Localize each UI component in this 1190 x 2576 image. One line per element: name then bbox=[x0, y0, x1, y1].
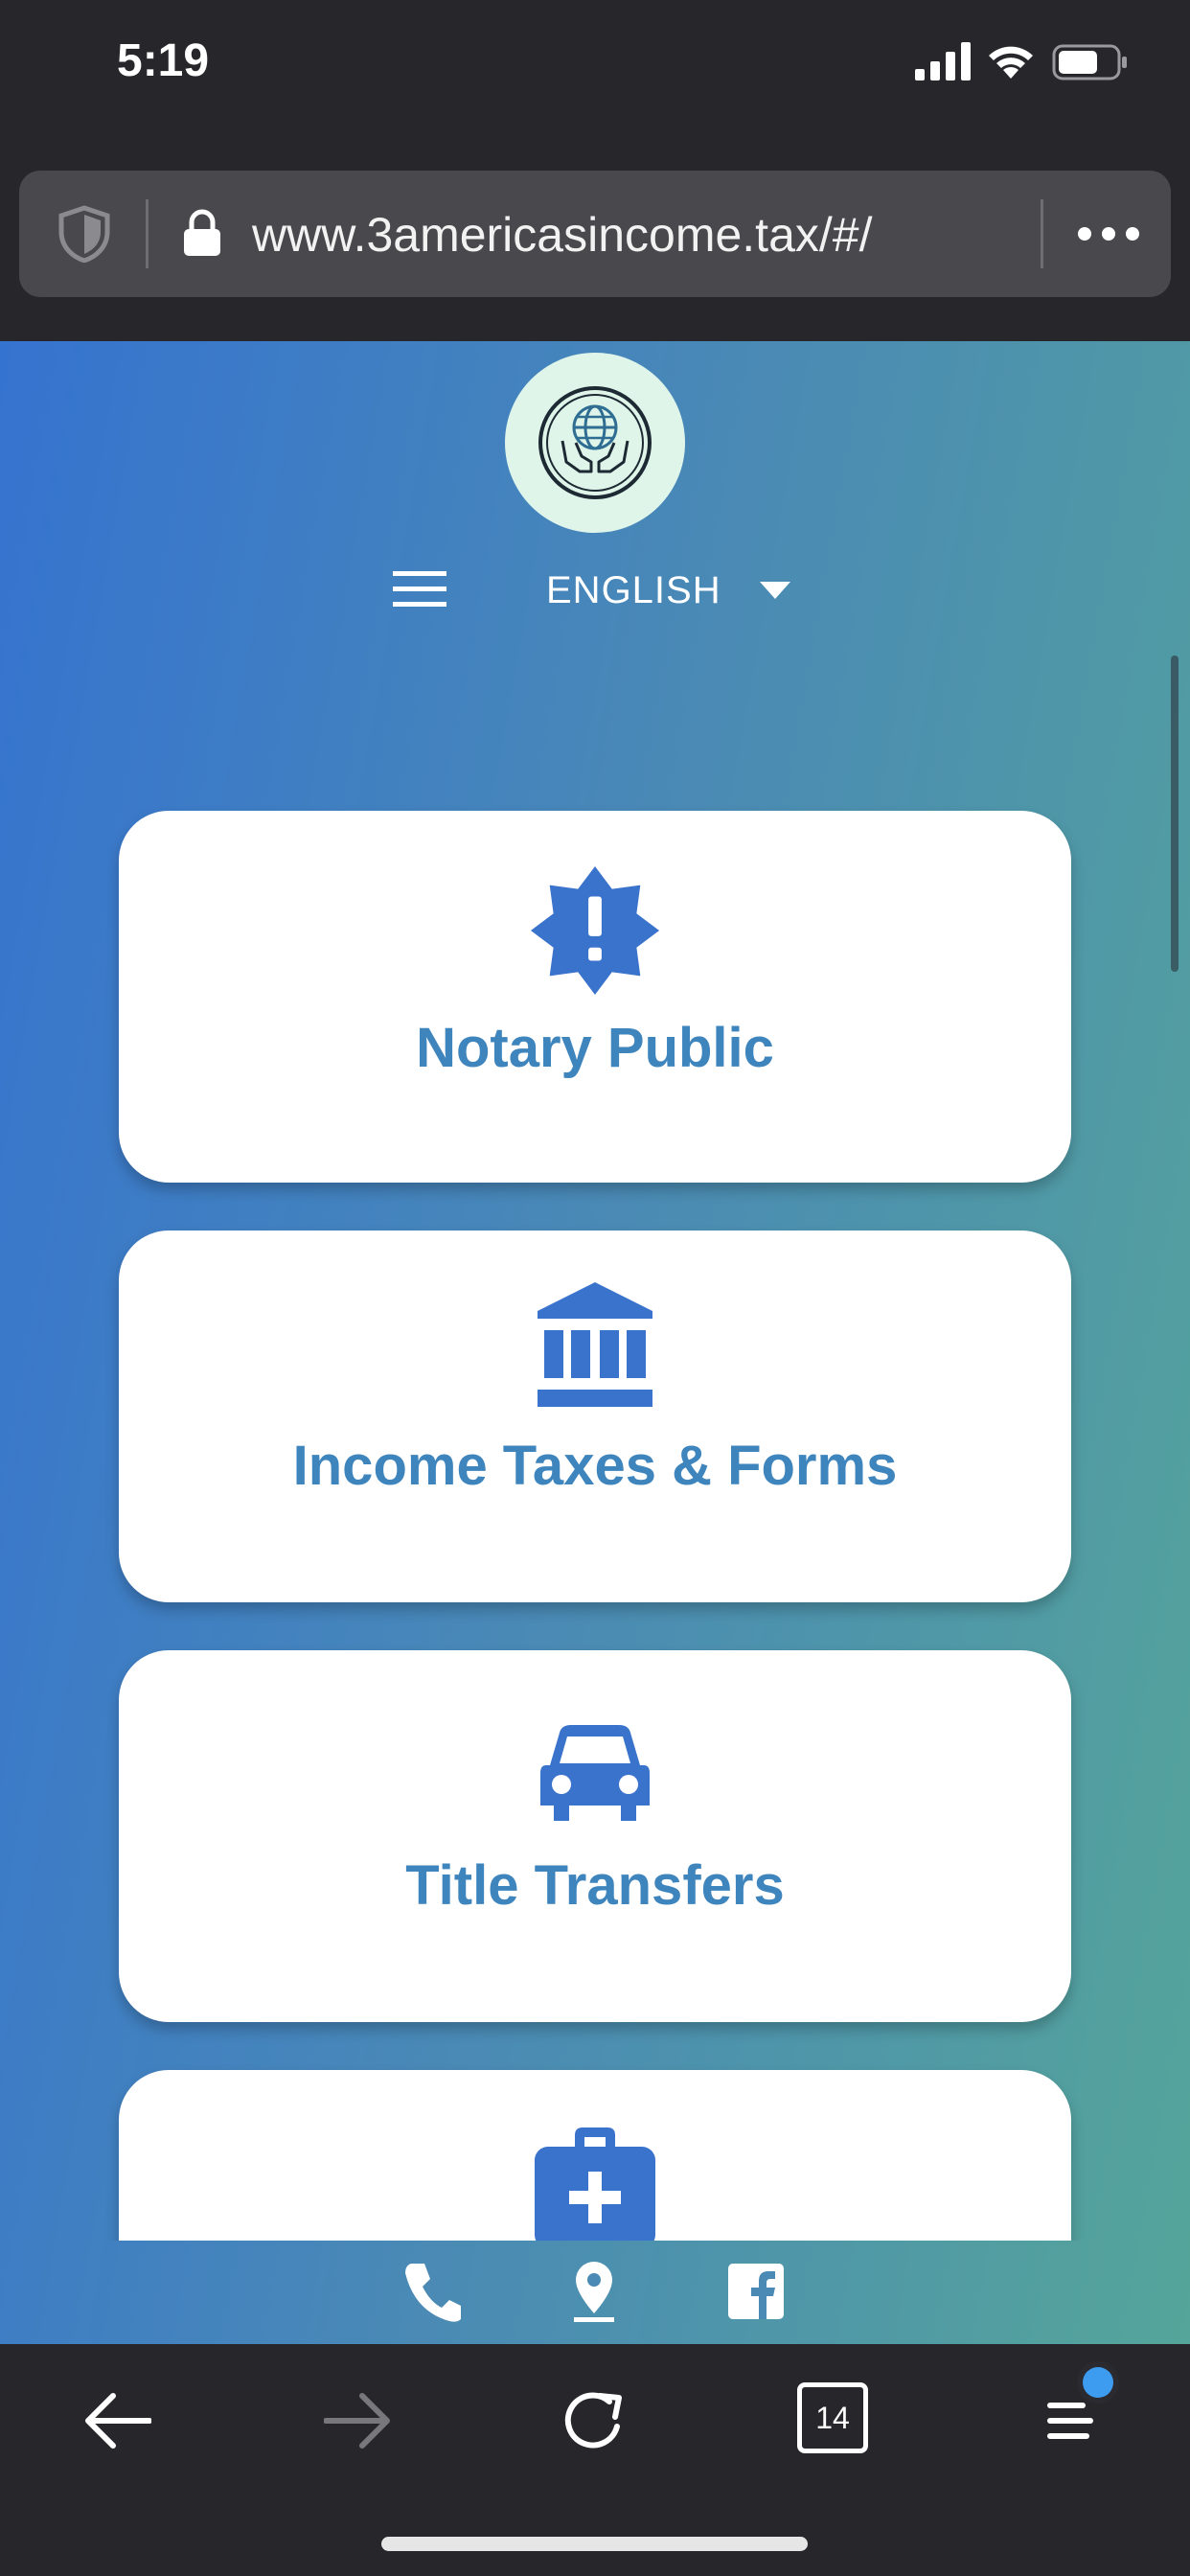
service-card-notary[interactable]: Notary Public bbox=[119, 811, 1071, 1183]
status-bar: 5:19 bbox=[0, 0, 1190, 134]
phone-icon[interactable] bbox=[403, 2260, 463, 2323]
location-pin-icon[interactable] bbox=[572, 2260, 616, 2323]
tabs-button[interactable]: 14 bbox=[797, 2382, 868, 2453]
shield-icon[interactable] bbox=[57, 205, 111, 263]
tab-count: 14 bbox=[815, 2400, 850, 2435]
service-label: Income Taxes & Forms bbox=[292, 1435, 898, 1497]
service-card-medical[interactable] bbox=[119, 2070, 1071, 2241]
services-list: Notary Public Income Taxes & Forms Title… bbox=[0, 341, 1190, 2241]
facebook-icon[interactable] bbox=[728, 2260, 784, 2323]
forward-icon[interactable] bbox=[324, 2382, 391, 2459]
service-card-income-taxes[interactable]: Income Taxes & Forms bbox=[119, 1230, 1071, 1602]
service-label: Title Transfers bbox=[405, 1854, 785, 1917]
address-divider bbox=[146, 199, 149, 268]
url-text[interactable]: www.3americasincome.tax/#/ bbox=[252, 207, 872, 263]
address-divider bbox=[1041, 199, 1043, 268]
medical-kit-icon bbox=[535, 2128, 655, 2241]
bank-icon bbox=[538, 1282, 652, 1407]
web-page: ENGLISH Notary Public Income Taxes & For… bbox=[0, 341, 1190, 2344]
reload-icon[interactable] bbox=[561, 2382, 629, 2459]
menu-icon[interactable] bbox=[1044, 2358, 1121, 2457]
status-time: 5:19 bbox=[117, 35, 210, 86]
lock-icon bbox=[184, 209, 220, 256]
car-icon bbox=[540, 1725, 650, 1821]
service-label: Notary Public bbox=[416, 1017, 774, 1079]
battery-icon bbox=[1052, 44, 1127, 80]
signal-icon bbox=[915, 42, 971, 80]
back-icon[interactable] bbox=[84, 2382, 151, 2459]
badge-exclamation-icon bbox=[530, 865, 660, 996]
contact-links bbox=[0, 2241, 1190, 2344]
address-bar[interactable]: www.3americasincome.tax/#/ bbox=[19, 171, 1171, 297]
service-card-title-transfers[interactable]: Title Transfers bbox=[119, 1650, 1071, 2022]
wifi-icon bbox=[989, 46, 1033, 79]
home-indicator[interactable] bbox=[381, 2537, 808, 2551]
more-icon[interactable] bbox=[1075, 224, 1142, 243]
phone-screen: 5:19 www.3americasincome.tax/#/ ENGLISH … bbox=[0, 0, 1190, 2576]
